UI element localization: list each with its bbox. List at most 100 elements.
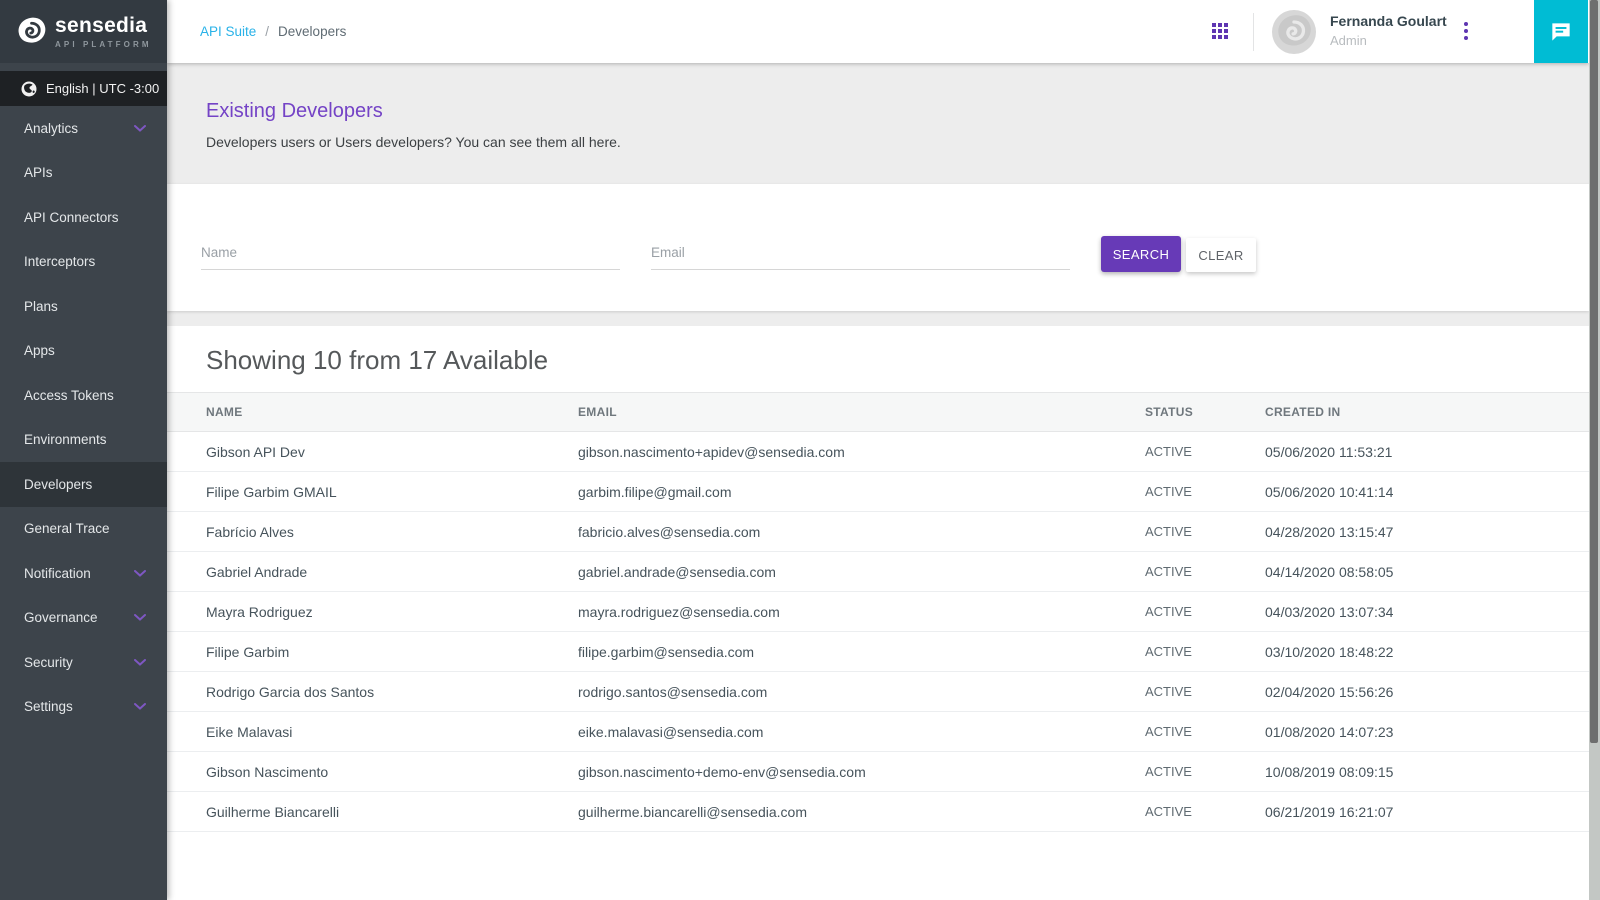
sidebar-item-api-connectors[interactable]: API Connectors [0,195,167,240]
cell-email: gibson.nascimento+apidev@sensedia.com [578,432,1145,472]
table-row[interactable]: Guilherme Biancarelli guilherme.biancare… [167,792,1589,832]
clear-button[interactable]: CLEAR [1186,238,1256,272]
sidebar-item-label: Plans [24,299,58,314]
column-header-status: STATUS [1145,393,1265,432]
cell-email: filipe.garbim@sensedia.com [578,632,1145,672]
column-header-email: EMAIL [578,393,1145,432]
page-subtitle: Developers users or Users developers? Yo… [206,134,1589,150]
sidebar-item-label: Apps [24,343,55,358]
scrollbar-thumb[interactable] [1590,0,1598,743]
cell-email: mayra.rodriguez@sensedia.com [578,592,1145,632]
cell-created: 03/10/2020 18:48:22 [1265,632,1589,672]
page-header: Existing Developers Developers users or … [167,63,1589,184]
chat-icon [1548,19,1574,45]
cell-status: ACTIVE [1145,432,1265,472]
cell-created: 05/06/2020 10:41:14 [1265,472,1589,512]
cell-status: ACTIVE [1145,712,1265,752]
sidebar-nav: Analytics APIs API Connectors Intercepto… [0,106,167,729]
sidebar-item-analytics[interactable]: Analytics [0,106,167,151]
main-content: Existing Developers Developers users or … [167,63,1589,900]
search-button[interactable]: SEARCH [1101,236,1181,272]
user-menu[interactable]: Fernanda Goulart Admin [1330,13,1447,48]
sidebar-item-plans[interactable]: Plans [0,284,167,329]
name-filter-input[interactable] [201,239,620,270]
brand-name: sensedia [55,15,152,36]
cell-status: ACTIVE [1145,752,1265,792]
user-role: Admin [1330,33,1447,48]
cell-email: rodrigo.santos@sensedia.com [578,672,1145,712]
cell-status: ACTIVE [1145,472,1265,512]
scrollbar-track[interactable] [1589,0,1600,900]
sidebar-item-notification[interactable]: Notification [0,551,167,596]
sidebar-item-label: Security [24,655,73,670]
column-header-name: NAME [167,393,578,432]
sidebar-item-general-trace[interactable]: General Trace [0,507,167,552]
table-row[interactable]: Gibson Nascimento gibson.nascimento+demo… [167,752,1589,792]
sidebar-item-label: General Trace [24,521,110,536]
sidebar-item-apps[interactable]: Apps [0,329,167,374]
sidebar-item-governance[interactable]: Governance [0,596,167,641]
brand-tagline: API PLATFORM [55,40,152,49]
chevron-down-icon [134,703,146,710]
table-row[interactable]: Gibson API Dev gibson.nascimento+apidev@… [167,432,1589,472]
chevron-down-icon [134,570,146,577]
developers-table: NAME EMAIL STATUS CREATED IN Gibson API … [167,392,1589,832]
breadcrumb-separator: / [265,24,269,39]
cell-name: Filipe Garbim GMAIL [167,472,578,512]
breadcrumb: API Suite / Developers [200,0,346,63]
table-row[interactable]: Mayra Rodriguez mayra.rodriguez@sensedia… [167,592,1589,632]
results-summary: Showing 10 from 17 Available [167,326,1589,375]
sidebar-item-label: Access Tokens [24,388,114,403]
app-root: sensedia API PLATFORM English | UTC -3:0… [0,0,1600,900]
sidebar-item-environments[interactable]: Environments [0,418,167,463]
search-panel: SEARCH CLEAR [167,184,1589,311]
user-name: Fernanda Goulart [1330,13,1447,29]
chat-button[interactable] [1534,0,1588,63]
sidebar-item-security[interactable]: Security [0,640,167,685]
chevron-down-icon [134,125,146,132]
sidebar-item-label: APIs [24,165,53,180]
cell-created: 02/04/2020 15:56:26 [1265,672,1589,712]
sidebar-item-settings[interactable]: Settings [0,685,167,730]
cell-status: ACTIVE [1145,672,1265,712]
sidebar-item-access-tokens[interactable]: Access Tokens [0,373,167,418]
sidebar-item-apis[interactable]: APIs [0,151,167,196]
table-header-row: NAME EMAIL STATUS CREATED IN [167,393,1589,432]
sidebar-item-label: Interceptors [24,254,95,269]
table-row[interactable]: Eike Malavasi eike.malavasi@sensedia.com… [167,712,1589,752]
sidebar-item-label: Settings [24,699,73,714]
cell-created: 10/08/2019 08:09:15 [1265,752,1589,792]
cell-name: Mayra Rodriguez [167,592,578,632]
kebab-menu-icon[interactable] [1464,22,1468,43]
sidebar-item-developers[interactable]: Developers [0,462,167,507]
chevron-down-icon [134,614,146,621]
cell-name: Fabrício Alves [167,512,578,552]
cell-status: ACTIVE [1145,552,1265,592]
sidebar-item-interceptors[interactable]: Interceptors [0,240,167,285]
table-row[interactable]: Filipe Garbim filipe.garbim@sensedia.com… [167,632,1589,672]
table-row[interactable]: Rodrigo Garcia dos Santos rodrigo.santos… [167,672,1589,712]
chevron-down-icon [134,659,146,666]
cell-email: guilherme.biancarelli@sensedia.com [578,792,1145,832]
cell-email: gabriel.andrade@sensedia.com [578,552,1145,592]
cell-name: Gibson Nascimento [167,752,578,792]
cell-name: Gabriel Andrade [167,552,578,592]
cell-name: Filipe Garbim [167,632,578,672]
language-selector[interactable]: English | UTC -3:00 [0,71,167,106]
sensedia-swirl-icon [15,15,48,48]
sidebar-item-label: Governance [24,610,98,625]
table-row[interactable]: Filipe Garbim GMAIL garbim.filipe@gmail.… [167,472,1589,512]
avatar-swirl-icon [1274,12,1314,52]
table-row[interactable]: Fabrício Alves fabricio.alves@sensedia.c… [167,512,1589,552]
avatar[interactable] [1272,10,1316,54]
breadcrumb-api-suite[interactable]: API Suite [200,24,256,39]
sidebar-item-label: Environments [24,432,107,447]
topbar: API Suite / Developers Fernanda Goulart … [167,0,1589,63]
email-filter-input[interactable] [651,239,1070,270]
cell-name: Guilherme Biancarelli [167,792,578,832]
sidebar-item-label: Developers [24,477,92,492]
results-panel: Showing 10 from 17 Available NAME EMAIL … [167,326,1589,900]
cell-created: 04/14/2020 08:58:05 [1265,552,1589,592]
table-row[interactable]: Gabriel Andrade gabriel.andrade@sensedia… [167,552,1589,592]
apps-grid-icon[interactable] [1212,23,1228,39]
